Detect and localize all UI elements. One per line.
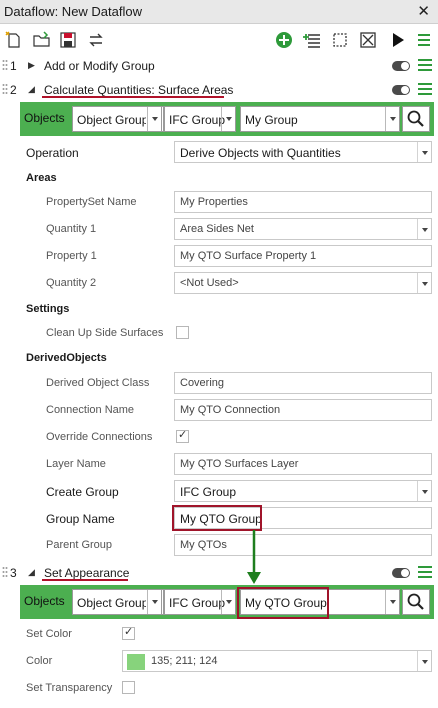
chevron-down-icon[interactable] xyxy=(221,107,235,131)
check-icon: ✓ xyxy=(178,429,188,441)
search-icon xyxy=(407,593,424,610)
objects-bar: Objects Object Group IFC Group My QTO Gr… xyxy=(20,585,434,619)
close-icon[interactable]: ✕ xyxy=(417,2,430,20)
search-button[interactable] xyxy=(402,106,430,132)
drag-handle-icon[interactable] xyxy=(2,59,8,71)
check-icon: ✓ xyxy=(124,626,134,638)
quantity2-select[interactable]: <Not Used> xyxy=(174,272,432,294)
step-enable-toggle[interactable] xyxy=(392,85,410,95)
toolbar xyxy=(0,26,438,54)
objects-label: Objects xyxy=(24,111,65,125)
step-menu-icon[interactable] xyxy=(418,83,432,96)
step-label[interactable]: Calculate Quantities: Surface Areas xyxy=(44,83,233,97)
objects-label: Objects xyxy=(24,594,65,608)
color-label: Color xyxy=(26,655,53,667)
highlight-underline xyxy=(42,579,128,581)
layer-name-label: Layer Name xyxy=(46,458,106,470)
run-icon[interactable] xyxy=(388,30,408,50)
color-select[interactable]: 135; 211; 124 xyxy=(122,650,432,672)
quantity1-label: Quantity 1 xyxy=(46,223,97,235)
chevron-down-icon[interactable] xyxy=(417,273,431,293)
menu-icon[interactable] xyxy=(414,30,434,50)
swap-icon[interactable] xyxy=(86,30,106,50)
quantity2-label: Quantity 2 xyxy=(46,277,97,289)
chevron-down-icon[interactable] xyxy=(385,590,399,614)
window-title: Dataflow: New Dataflow xyxy=(4,4,142,19)
highlight-underline xyxy=(42,96,224,98)
derived-class-input[interactable]: Covering xyxy=(174,372,432,394)
objects-bar: Objects Object Group IFC Group My Group xyxy=(20,102,434,136)
expand-arrow-icon[interactable]: ▶ xyxy=(28,60,35,71)
set-transparency-label: Set Transparency xyxy=(26,682,113,694)
override-connections-checkbox[interactable]: ✓ xyxy=(176,429,189,443)
step-number: 1 xyxy=(10,59,17,73)
set-color-label: Set Color xyxy=(26,628,72,640)
open-icon[interactable] xyxy=(32,30,52,50)
drag-handle-icon[interactable] xyxy=(2,566,8,578)
set-transparency-checkbox[interactable] xyxy=(122,681,135,694)
create-group-select[interactable]: IFC Group xyxy=(174,480,432,502)
step-label[interactable]: Set Appearance xyxy=(44,566,129,580)
group-select[interactable]: My Group xyxy=(240,106,400,132)
operation-label: Operation xyxy=(26,146,79,160)
connection-name-input[interactable]: My QTO Connection xyxy=(174,399,432,421)
derived-class-label: Derived Object Class xyxy=(46,377,150,389)
create-group-label: Create Group xyxy=(46,485,119,499)
chevron-down-icon[interactable] xyxy=(221,590,235,614)
parent-group-input[interactable]: My QTOs xyxy=(174,534,432,556)
insert-step-icon[interactable] xyxy=(302,30,322,50)
step-number: 2 xyxy=(10,83,17,97)
clean-up-checkbox[interactable] xyxy=(176,326,189,339)
title-bar: Dataflow: New Dataflow ✕ xyxy=(0,0,438,24)
add-step-icon[interactable] xyxy=(274,30,294,50)
step-enable-toggle[interactable] xyxy=(392,568,410,578)
select-icon[interactable] xyxy=(330,30,350,50)
quantity1-select[interactable]: Area Sides Net xyxy=(174,218,432,240)
propertyset-name-input[interactable]: My Properties xyxy=(174,191,432,213)
chevron-down-icon[interactable] xyxy=(417,142,431,162)
group-type-select[interactable]: IFC Group xyxy=(164,106,236,132)
chevron-down-icon[interactable] xyxy=(385,107,399,131)
collapse-arrow-icon[interactable]: ◢ xyxy=(28,567,35,578)
areas-heading: Areas xyxy=(26,172,57,184)
color-swatch xyxy=(127,654,145,670)
derived-objects-heading: DerivedObjects xyxy=(26,352,107,364)
set-color-checkbox[interactable]: ✓ xyxy=(122,626,135,640)
group-name-highlight xyxy=(172,505,262,531)
propertyset-name-label: PropertySet Name xyxy=(46,196,137,208)
override-connections-label: Override Connections xyxy=(46,431,153,443)
settings-heading: Settings xyxy=(26,303,70,315)
step-menu-icon[interactable] xyxy=(418,566,432,579)
connection-name-label: Connection Name xyxy=(46,404,135,416)
layer-name-input[interactable]: My QTO Surfaces Layer xyxy=(174,453,432,475)
parent-group-label: Parent Group xyxy=(46,539,113,551)
search-button[interactable] xyxy=(402,589,430,615)
chevron-down-icon[interactable] xyxy=(417,481,431,501)
step-number: 3 xyxy=(10,566,17,580)
group-select-highlight xyxy=(237,587,329,619)
step-label[interactable]: Add or Modify Group xyxy=(44,59,155,73)
chevron-down-icon[interactable] xyxy=(417,219,431,239)
property1-label: Property 1 xyxy=(46,250,97,262)
property1-input[interactable]: My QTO Surface Property 1 xyxy=(174,245,432,267)
object-group-dropdown[interactable] xyxy=(146,106,162,132)
collapse-arrow-icon[interactable]: ◢ xyxy=(28,84,35,95)
group-name-label: Group Name xyxy=(46,512,115,526)
step-enable-toggle[interactable] xyxy=(392,61,410,71)
new-icon[interactable] xyxy=(4,30,24,50)
chevron-down-icon[interactable] xyxy=(417,651,431,671)
clear-icon[interactable] xyxy=(358,30,378,50)
drag-handle-icon[interactable] xyxy=(2,83,8,95)
operation-select[interactable]: Derive Objects with Quantities xyxy=(174,141,432,163)
group-type-select[interactable]: IFC Group xyxy=(164,589,236,615)
clean-up-label: Clean Up Side Surfaces xyxy=(46,327,164,339)
save-icon[interactable] xyxy=(58,30,78,50)
object-group-dropdown[interactable] xyxy=(146,589,162,615)
search-icon xyxy=(407,110,424,127)
step-menu-icon[interactable] xyxy=(418,59,432,72)
step-row-1[interactable]: 1 ▶ Add or Modify Group xyxy=(0,56,438,76)
